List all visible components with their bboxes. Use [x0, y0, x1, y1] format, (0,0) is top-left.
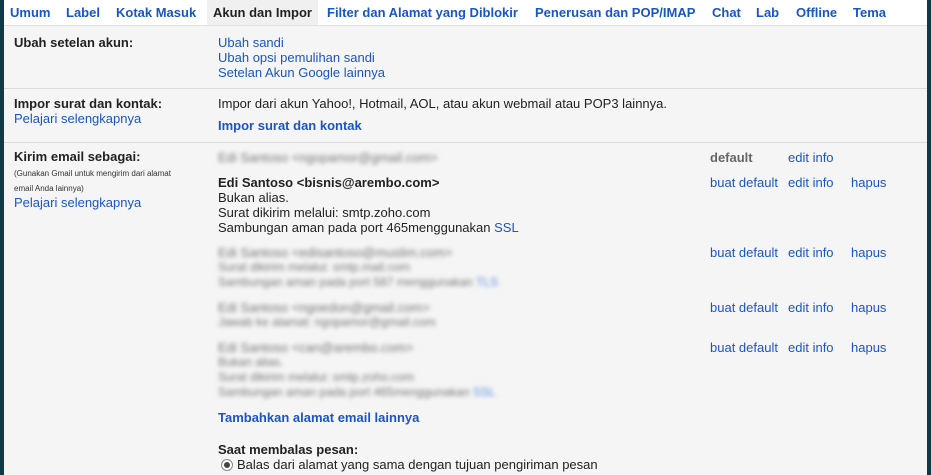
secure-connection-text: Sambungan aman pada port 465menggunakan	[218, 220, 491, 235]
tab-kotak-masuk[interactable]: Kotak Masuk	[116, 0, 196, 25]
reply-to-note: Jawab ke alamat: ngopamor@gmail.com	[218, 315, 436, 329]
send-as-label: Kirim email sebagai:	[14, 149, 141, 164]
settings-tab-bar: Umum Label Kotak Masuk Akun dan Impor Fi…	[4, 0, 927, 26]
send-as-address: Edi Santoso <can@arembo.com>	[218, 340, 414, 355]
send-as-note-line1: (Gunakan Gmail untuk mengirim dari alama…	[14, 169, 171, 178]
google-account-settings-link[interactable]: Setelan Akun Google lainnya	[218, 65, 385, 80]
make-default-link[interactable]: buat default	[710, 340, 778, 355]
tab-label[interactable]: Label	[66, 0, 100, 25]
tab-tema[interactable]: Tema	[853, 0, 886, 25]
import-label: Impor surat dan kontak:	[14, 96, 163, 111]
tab-lab[interactable]: Lab	[756, 0, 779, 25]
reply-same-address-radio[interactable]	[221, 459, 233, 471]
tab-umum[interactable]: Umum	[10, 0, 50, 25]
ssl-link[interactable]: SSL	[473, 385, 496, 399]
make-default-link[interactable]: buat default	[710, 175, 778, 190]
change-settings-label: Ubah setelan akun:	[14, 35, 134, 50]
smtp-server-note: Surat dikirim melalui: smtp.mail.com	[218, 260, 411, 274]
edit-info-link[interactable]: edit info	[788, 245, 834, 260]
delete-link[interactable]: hapus	[851, 300, 886, 315]
password-recovery-link[interactable]: Ubah opsi pemulihan sandi	[218, 50, 375, 65]
edit-info-link[interactable]: edit info	[788, 300, 834, 315]
tab-penerusan[interactable]: Penerusan dan POP/IMAP	[535, 0, 695, 25]
tls-link[interactable]: TLS	[476, 275, 498, 289]
smtp-server-note: Surat dikirim melalui: smtp.zoho.com	[218, 205, 431, 220]
section-divider	[4, 88, 927, 89]
import-mail-contacts-link[interactable]: Impor surat dan kontak	[218, 118, 362, 133]
delete-link[interactable]: hapus	[851, 175, 886, 190]
add-email-address-link[interactable]: Tambahkan alamat email lainnya	[218, 410, 419, 425]
secure-connection-note: Sambungan aman pada port 587 menggunakan…	[218, 275, 498, 289]
reply-setting-label: Saat membalas pesan:	[218, 442, 359, 457]
secure-connection-note: Sambungan aman pada port 465menggunakan …	[218, 385, 496, 399]
secure-connection-text: Sambungan aman pada port 465menggunakan	[218, 385, 470, 399]
change-password-link[interactable]: Ubah sandi	[218, 35, 284, 50]
send-as-address: Edi Santoso <ngoedon@gmail.com>	[218, 300, 430, 315]
send-as-learn-more-link[interactable]: Pelajari selengkapnya	[14, 195, 141, 210]
tab-akun-dan-impor[interactable]: Akun dan Impor	[207, 0, 318, 25]
tab-chat[interactable]: Chat	[712, 0, 741, 25]
secure-connection-note: Sambungan aman pada port 465menggunakan …	[218, 220, 519, 235]
import-description: Impor dari akun Yahoo!, Hotmail, AOL, at…	[218, 96, 667, 111]
edit-info-link[interactable]: edit info	[788, 150, 834, 165]
send-as-address: Edi Santoso <bisnis@arembo.com>	[218, 175, 440, 190]
delete-link[interactable]: hapus	[851, 340, 886, 355]
window-edge-right	[927, 0, 931, 475]
section-divider	[4, 142, 927, 143]
import-learn-more-link[interactable]: Pelajari selengkapnya	[14, 111, 141, 126]
send-as-note-line2: email Anda lainnya)	[14, 184, 84, 193]
default-badge: default	[710, 150, 753, 165]
smtp-server-note: Surat dikirim melalui: smtp.zoho.com	[218, 370, 415, 384]
alias-note: Bukan alias.	[218, 355, 284, 369]
edit-info-link[interactable]: edit info	[788, 340, 834, 355]
alias-note: Bukan alias.	[218, 190, 289, 205]
tab-offline[interactable]: Offline	[796, 0, 837, 25]
secure-connection-text: Sambungan aman pada port 587 menggunakan	[218, 275, 473, 289]
reply-same-address-label: Balas dari alamat yang sama dengan tujua…	[237, 457, 598, 472]
send-as-address: Edi Santoso <ngopamor@gmail.com>	[218, 150, 438, 165]
tab-filter[interactable]: Filter dan Alamat yang Diblokir	[327, 0, 518, 25]
send-as-address: Edi Santoso <edisantoso@muslim.com>	[218, 245, 453, 260]
edit-info-link[interactable]: edit info	[788, 175, 834, 190]
make-default-link[interactable]: buat default	[710, 245, 778, 260]
make-default-link[interactable]: buat default	[710, 300, 778, 315]
ssl-link[interactable]: SSL	[494, 220, 519, 235]
delete-link[interactable]: hapus	[851, 245, 886, 260]
